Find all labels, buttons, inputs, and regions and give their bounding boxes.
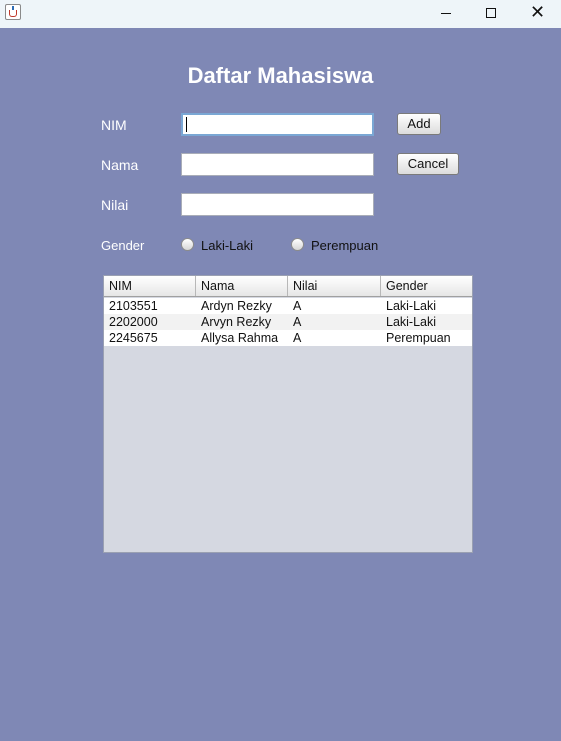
cancel-button[interactable]: Cancel <box>397 153 459 175</box>
nama-label: Nama <box>101 157 139 173</box>
text-caret <box>186 117 187 132</box>
cell-nama: Allysa Rahma <box>201 331 279 345</box>
gender-label: Gender <box>101 238 145 253</box>
title-bar: ✕ <box>0 0 561 28</box>
nama-input[interactable] <box>181 153 374 176</box>
nim-input[interactable] <box>181 113 374 136</box>
cell-nilai: A <box>293 315 302 329</box>
java-app-icon[interactable] <box>5 4 21 20</box>
maximize-icon <box>486 8 496 18</box>
table-row[interactable]: 2202000 Arvyn Rezky A Laki-Laki <box>104 314 472 330</box>
column-header-nim[interactable]: NIM <box>104 276 196 296</box>
cell-gender: Laki-Laki <box>386 299 437 313</box>
column-header-nama[interactable]: Nama <box>196 276 288 296</box>
nim-label: NIM <box>101 117 127 133</box>
cell-nama: Arvyn Rezky <box>201 315 272 329</box>
cell-nama: Ardyn Rezky <box>201 299 272 313</box>
cell-gender: Perempuan <box>386 331 451 345</box>
cell-gender: Laki-Laki <box>386 315 437 329</box>
radio-label-laki-laki: Laki-Laki <box>201 238 254 253</box>
nilai-input[interactable] <box>181 193 374 216</box>
table-header: NIM Nama Nilai Gender <box>104 276 472 297</box>
radio-perempuan[interactable] <box>291 238 304 251</box>
cell-nim: 2103551 <box>109 299 158 313</box>
minimize-icon <box>441 13 451 14</box>
table-row[interactable]: 2103551 Ardyn Rezky A Laki-Laki <box>104 298 472 314</box>
mahasiswa-table: NIM Nama Nilai Gender 2103551 Ardyn Rezk… <box>103 275 473 553</box>
cell-nilai: A <box>293 299 302 313</box>
close-icon: ✕ <box>530 2 546 23</box>
radio-laki-laki[interactable] <box>181 238 194 251</box>
radio-label-perempuan: Perempuan <box>311 238 379 253</box>
table-row[interactable]: 2245675 Allysa Rahma A Perempuan <box>104 330 472 346</box>
cell-nim: 2202000 <box>109 315 158 329</box>
column-header-gender[interactable]: Gender <box>381 276 472 296</box>
app-window: ✕ Daftar Mahasiswa NIM Add Nama Cancel N… <box>0 0 561 741</box>
cell-nim: 2245675 <box>109 331 158 345</box>
column-header-nilai[interactable]: Nilai <box>288 276 381 296</box>
maximize-button[interactable] <box>468 0 514 28</box>
minimize-button[interactable] <box>423 0 469 28</box>
add-button[interactable]: Add <box>397 113 441 135</box>
page-title: Daftar Mahasiswa <box>187 63 374 88</box>
nilai-label: Nilai <box>101 197 129 213</box>
close-button[interactable]: ✕ <box>514 0 560 28</box>
cell-nilai: A <box>293 331 302 345</box>
